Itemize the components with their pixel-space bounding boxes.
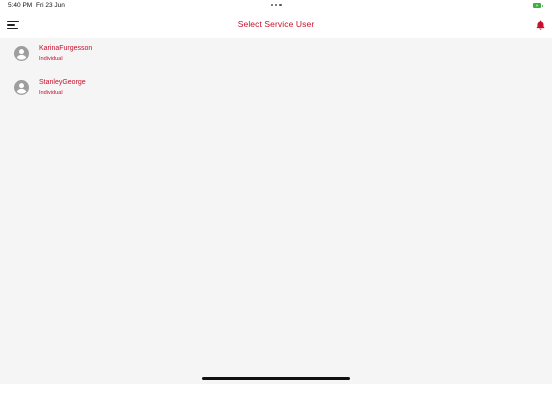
status-time: 5:40 PM [8, 2, 33, 9]
user-avatar-icon [14, 80, 29, 95]
status-date: Fri 23 Jun [36, 2, 65, 9]
service-user-name: KarinaFurgesson [39, 45, 93, 52]
battery-charging-icon [533, 3, 543, 8]
top-navigation-bar: Select Service User [0, 12, 552, 38]
bell-icon[interactable] [535, 19, 546, 31]
home-indicator[interactable] [202, 377, 350, 380]
service-user-item-karina[interactable]: KarinaFurgesson Individual [0, 38, 552, 72]
service-user-name: StanleyGeorge [39, 79, 86, 86]
user-avatar-icon [14, 46, 29, 61]
multitasking-dots-icon[interactable] [271, 4, 282, 7]
status-bar: 5:40 PM Fri 23 Jun [0, 0, 552, 12]
service-user-type: Individual [39, 90, 63, 96]
app-screen: 5:40 PM Fri 23 Jun Select Service User K… [0, 0, 552, 384]
service-user-list: KarinaFurgesson Individual StanleyGeorge… [0, 38, 552, 106]
service-user-type: Individual [39, 56, 63, 62]
service-user-item-stanley[interactable]: StanleyGeorge Individual [0, 72, 552, 106]
page-title: Select Service User [237, 19, 315, 29]
